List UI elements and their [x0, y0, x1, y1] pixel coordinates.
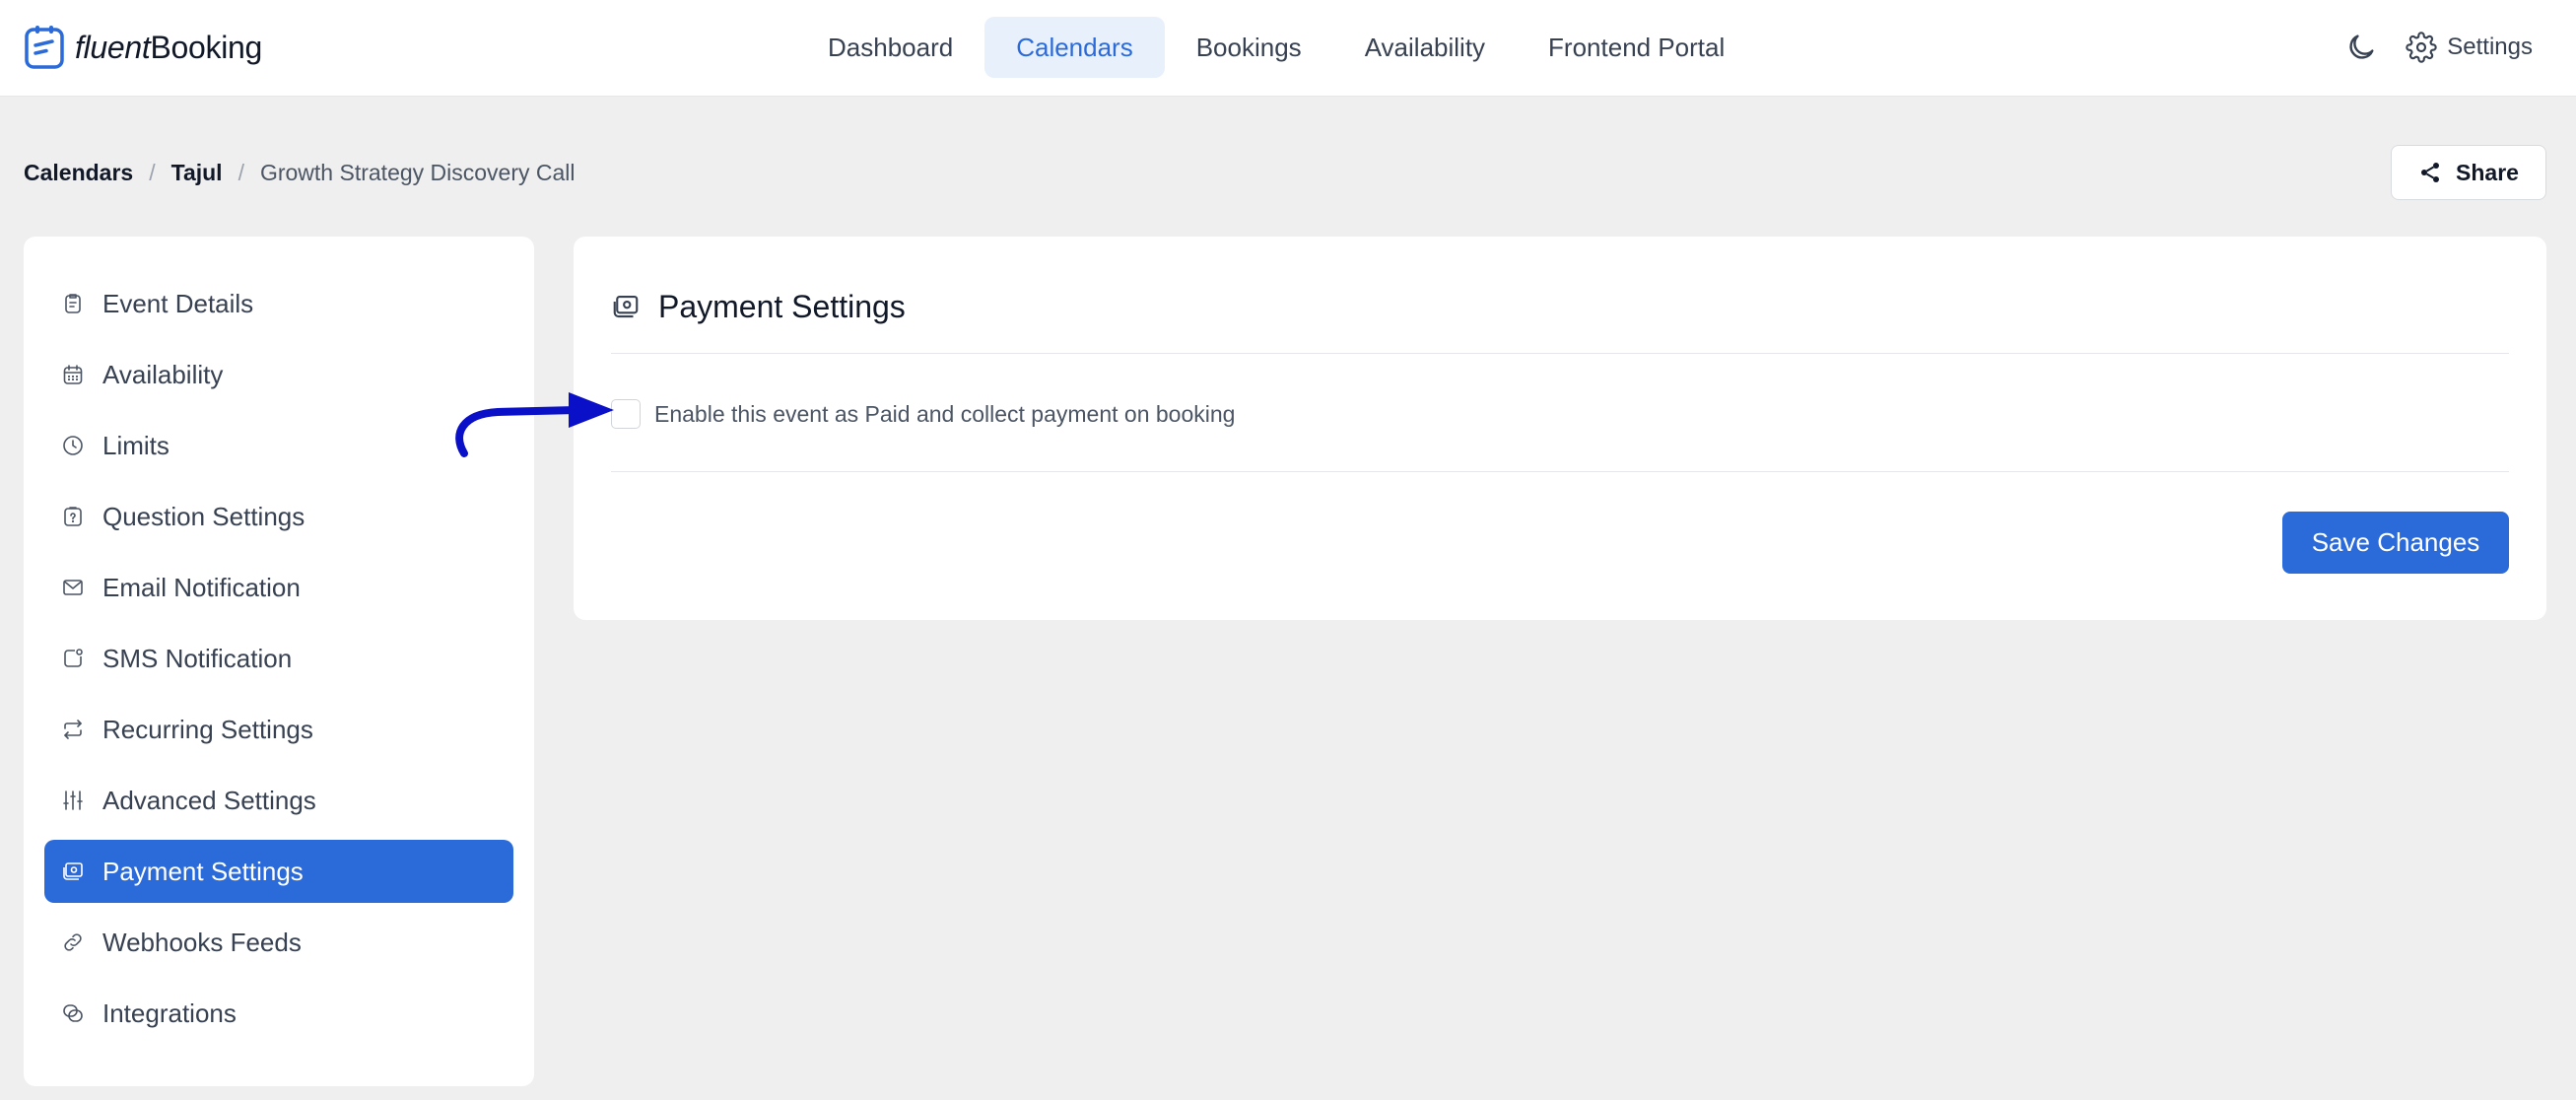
settings-label: Settings	[2447, 34, 2533, 60]
app-logo[interactable]: fluentBooking	[24, 23, 262, 72]
save-changes-button[interactable]: Save Changes	[2282, 512, 2509, 574]
settings-link[interactable]: Settings	[2406, 32, 2533, 63]
calendar-icon	[63, 365, 83, 384]
logo-text: fluentBooking	[75, 29, 263, 65]
sidebar-item-payment-settings[interactable]: Payment Settings	[44, 840, 513, 903]
sidebar-item-label: Integrations	[102, 997, 237, 1028]
share-button[interactable]: Share	[2391, 145, 2546, 200]
integrations-icon	[63, 1004, 83, 1022]
settings-sidebar: Event Details Availability Limits Questi…	[24, 237, 534, 1086]
sidebar-item-label: SMS Notification	[102, 643, 293, 673]
clock-icon	[63, 436, 83, 455]
enable-paid-row: Enable this event as Paid and collect pa…	[611, 398, 1235, 430]
sidebar-item-label: Email Notification	[102, 572, 301, 602]
payment-icon	[63, 862, 83, 880]
nav-availability[interactable]: Availability	[1333, 17, 1517, 78]
page-title: Payment Settings	[658, 288, 906, 324]
sliders-icon	[63, 791, 83, 810]
sidebar-item-sms-notification[interactable]: SMS Notification	[44, 627, 513, 690]
clipboard-icon	[65, 294, 81, 313]
annotation-arrow-icon	[455, 392, 614, 457]
sidebar-item-availability[interactable]: Availability	[44, 343, 513, 406]
nav-calendars[interactable]: Calendars	[984, 17, 1165, 78]
sidebar-item-webhooks-feeds[interactable]: Webhooks Feeds	[44, 911, 513, 974]
repeat-icon	[64, 720, 82, 739]
sidebar-item-label: Recurring Settings	[102, 714, 313, 744]
main-nav: Dashboard Calendars Bookings Availabilit…	[796, 17, 1756, 78]
breadcrumb-calendars[interactable]: Calendars	[24, 160, 133, 186]
sidebar-item-label: Advanced Settings	[102, 785, 316, 815]
breadcrumb-current-event: Growth Strategy Discovery Call	[259, 159, 576, 185]
fluentbooking-logo-icon	[25, 26, 64, 69]
question-icon	[64, 507, 82, 526]
sms-icon	[64, 649, 83, 667]
sidebar-item-limits[interactable]: Limits	[44, 414, 513, 477]
breadcrumb-calendar-owner[interactable]: Tajul	[171, 160, 223, 186]
nav-bookings[interactable]: Bookings	[1165, 17, 1333, 78]
nav-frontend-portal[interactable]: Frontend Portal	[1517, 17, 1756, 78]
sidebar-item-label: Webhooks Feeds	[102, 927, 302, 957]
breadcrumb-separator: /	[237, 159, 244, 185]
sidebar-item-question-settings[interactable]: Question Settings	[44, 485, 513, 548]
enable-paid-label[interactable]: Enable this event as Paid and collect pa…	[654, 401, 1235, 428]
divider	[611, 353, 2509, 354]
mail-icon	[63, 580, 83, 595]
link-icon	[64, 933, 82, 951]
sidebar-item-integrations[interactable]: Integrations	[44, 982, 513, 1045]
sidebar-item-event-details[interactable]: Event Details	[44, 272, 513, 335]
sidebar-item-label: Question Settings	[102, 501, 305, 531]
share-icon	[2421, 163, 2440, 182]
share-label: Share	[2456, 159, 2519, 185]
nav-dashboard[interactable]: Dashboard	[796, 17, 984, 78]
divider	[611, 471, 2509, 472]
header-actions: Settings	[2344, 27, 2533, 68]
sidebar-item-recurring-settings[interactable]: Recurring Settings	[44, 698, 513, 761]
gear-icon	[2406, 32, 2437, 63]
payment-settings-card: Payment Settings Enable this event as Pa…	[574, 237, 2546, 620]
sidebar-item-email-notification[interactable]: Email Notification	[44, 556, 513, 619]
top-header: fluentBooking Dashboard Calendars Bookin…	[0, 0, 2576, 97]
breadcrumb-separator: /	[149, 159, 156, 185]
card-header: Payment Settings	[611, 286, 906, 327]
sidebar-item-label: Limits	[102, 430, 169, 460]
sidebar-item-label: Availability	[102, 359, 224, 389]
payment-icon	[613, 295, 639, 318]
sidebar-item-advanced-settings[interactable]: Advanced Settings	[44, 769, 513, 832]
sidebar-item-label: Event Details	[102, 288, 254, 318]
sidebar-item-label: Payment Settings	[102, 856, 304, 886]
breadcrumb: Calendars / Tajul / Growth Strategy Disc…	[24, 158, 576, 187]
moon-icon[interactable]	[2344, 31, 2378, 64]
